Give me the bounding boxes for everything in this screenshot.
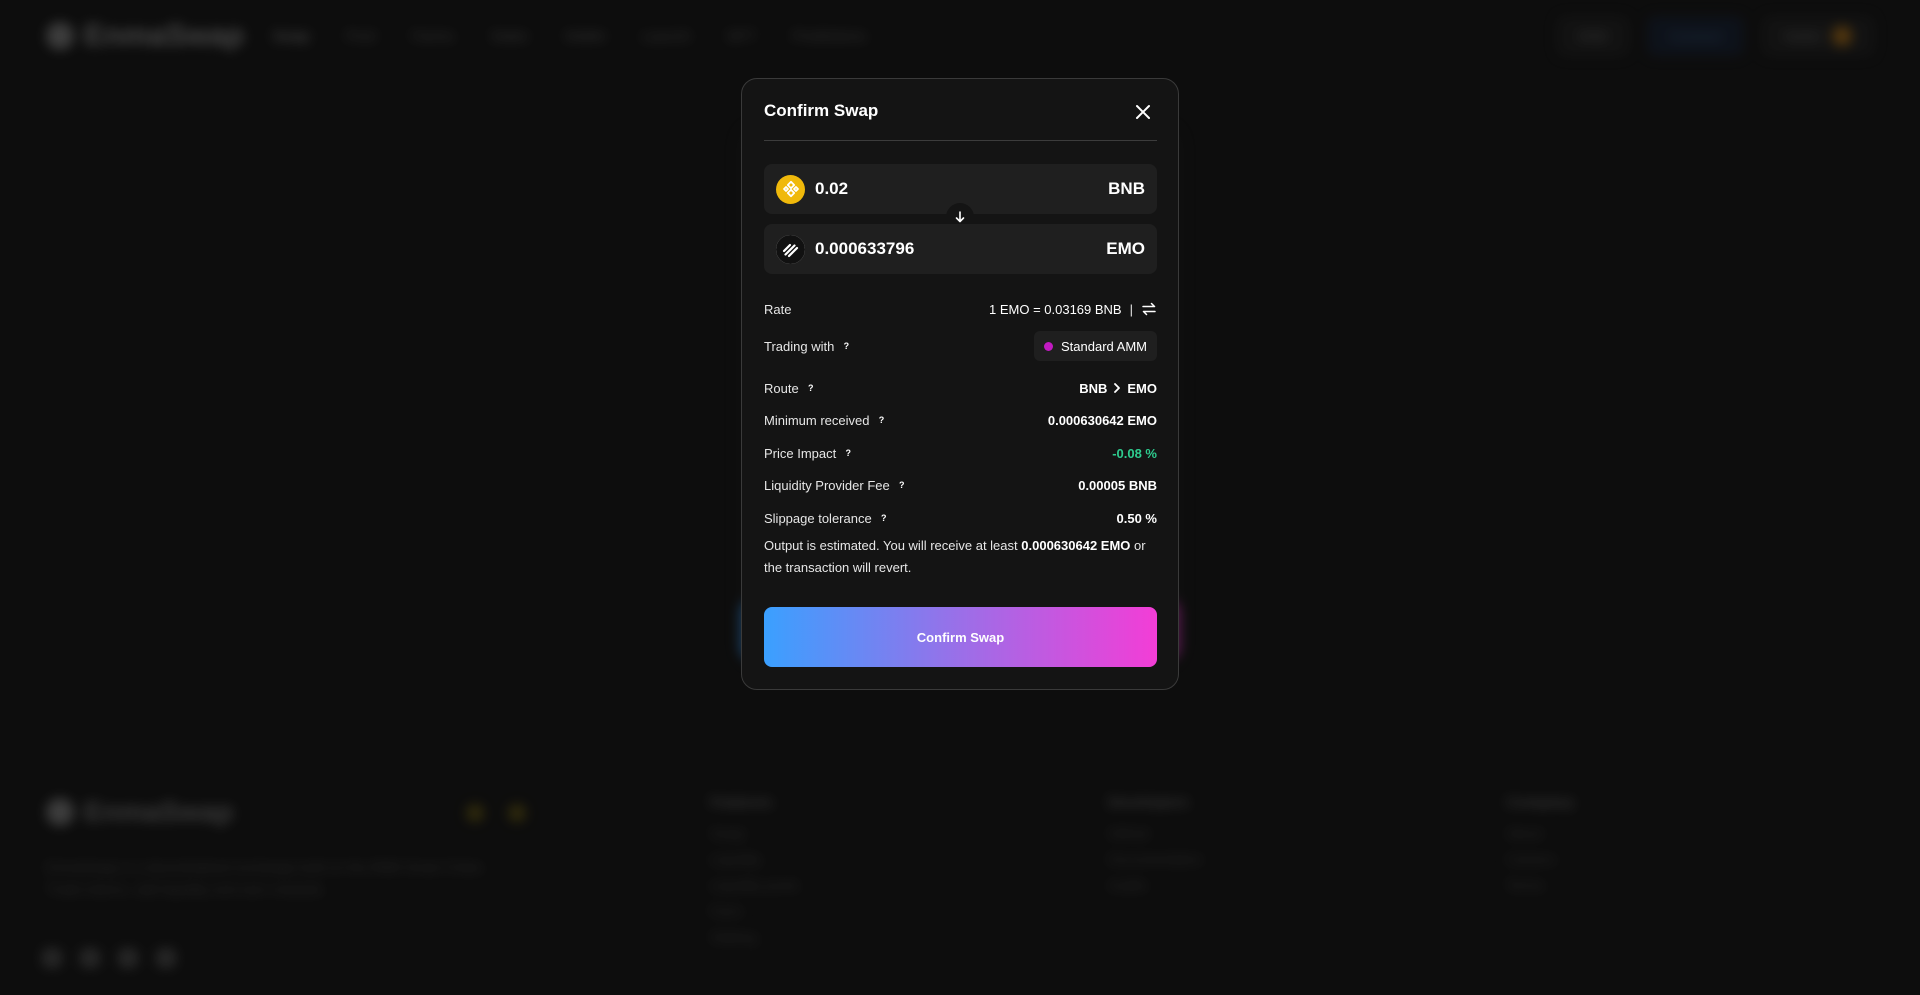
- rate-value: 1 EMO = 0.03169 BNB: [989, 301, 1122, 317]
- chevron-right-icon: [1114, 383, 1121, 393]
- help-icon[interactable]: ?: [896, 479, 908, 491]
- route-value: BNB EMO: [1079, 381, 1157, 396]
- invert-rate-button[interactable]: [1141, 301, 1157, 317]
- route-to: EMO: [1127, 380, 1157, 396]
- price-impact-value: -0.08 %: [1112, 445, 1157, 461]
- close-icon: [1136, 105, 1150, 119]
- slippage-label: Slippage tolerance: [764, 510, 872, 526]
- confirm-swap-modal: Confirm Swap 0.02 BNB 0.000633796 EMO Ra…: [741, 78, 1179, 690]
- close-button[interactable]: [1131, 100, 1155, 124]
- estimate-note: Output is estimated. You will receive at…: [764, 535, 1157, 579]
- trading-with-label: Trading with: [764, 338, 835, 354]
- arrow-down-icon: [955, 211, 965, 223]
- lp-fee-label: Liquidity Provider Fee: [764, 477, 890, 493]
- swap-horizontal-icon: [1142, 302, 1156, 316]
- help-icon[interactable]: ?: [805, 382, 817, 394]
- help-icon[interactable]: ?: [875, 414, 887, 426]
- to-token-box: 0.000633796 EMO: [764, 224, 1157, 274]
- route-row: Route ? BNB EMO: [764, 377, 1157, 399]
- from-symbol: BNB: [1108, 179, 1145, 198]
- bnb-token-icon: [776, 174, 805, 204]
- modal-header: Confirm Swap: [764, 101, 1157, 141]
- from-amount: 0.02: [815, 179, 849, 198]
- emo-token-icon: [776, 234, 805, 264]
- minimum-received-row: Minimum received ? 0.000630642 EMO: [764, 409, 1157, 431]
- modal-title: Confirm Swap: [764, 101, 879, 120]
- rate-label: Rate: [764, 301, 792, 317]
- route-label: Route: [764, 380, 799, 396]
- minimum-received-value: 0.000630642 EMO: [1047, 412, 1157, 428]
- rate-separator: |: [1129, 301, 1133, 317]
- to-symbol: EMO: [1106, 239, 1145, 258]
- help-icon[interactable]: ?: [842, 447, 854, 459]
- note-prefix: Output is estimated. You will receive at…: [764, 538, 1018, 553]
- route-from: BNB: [1079, 380, 1108, 396]
- rate-row: Rate 1 EMO = 0.03169 BNB |: [764, 298, 1157, 320]
- amm-dot-icon: [1044, 341, 1053, 351]
- amm-label: Standard AMM: [1061, 338, 1147, 354]
- slippage-row: Slippage tolerance ? 0.50 %: [764, 507, 1157, 529]
- lp-fee-row: Liquidity Provider Fee ? 0.00005 BNB: [764, 474, 1157, 496]
- to-amount: 0.000633796: [815, 239, 915, 258]
- slippage-value: 0.50 %: [1116, 510, 1157, 526]
- note-amount: 0.000630642 EMO: [1021, 538, 1131, 553]
- minimum-received-label: Minimum received: [764, 412, 870, 428]
- lp-fee-value: 0.00005 BNB: [1078, 477, 1157, 493]
- help-icon[interactable]: ?: [840, 340, 852, 352]
- price-impact-label: Price Impact: [764, 445, 837, 461]
- amm-badge: Standard AMM: [1034, 331, 1157, 361]
- confirm-swap-button[interactable]: Confirm Swap: [764, 607, 1157, 667]
- price-impact-row: Price Impact ? -0.08 %: [764, 442, 1157, 464]
- trading-with-row: Trading with ? Standard AMM: [764, 331, 1157, 361]
- help-icon[interactable]: ?: [878, 512, 890, 524]
